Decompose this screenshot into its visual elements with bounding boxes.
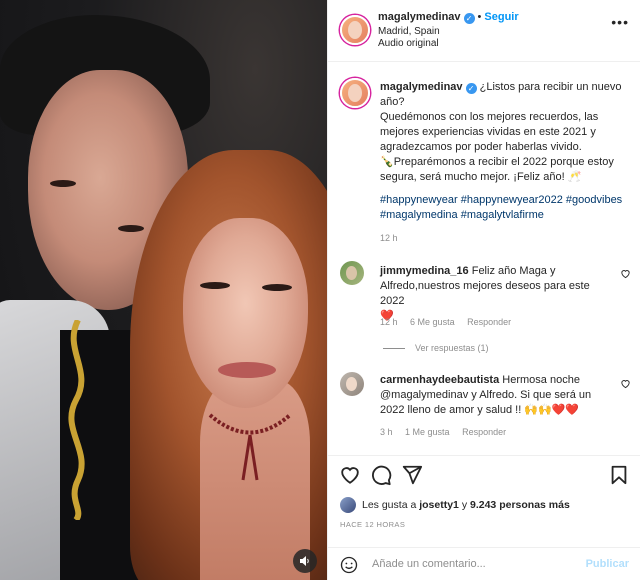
avatar[interactable] — [340, 261, 364, 285]
heart-icon[interactable] — [620, 268, 631, 279]
likes-middle: y — [461, 499, 468, 511]
view-replies-button[interactable]: Ver respuestas (1) — [383, 343, 489, 353]
verified-icon: ✓ — [463, 13, 475, 24]
caption-line-3: Preparémonos a recibir el 2022 porque es… — [380, 156, 614, 183]
more-icon[interactable]: ••• — [611, 14, 629, 30]
comment-likes[interactable]: 6 Me gusta — [410, 317, 455, 327]
location-link[interactable]: Madrid, Spain — [378, 26, 440, 37]
separator-dot: • — [477, 11, 482, 23]
comment-meta: 12 h 6 Me gusta Responder — [380, 317, 521, 327]
comments-section[interactable]: magalymedinav ✓ ¿Listos para recibir un n… — [328, 62, 640, 455]
caption-username[interactable]: magalymedinav — [380, 81, 463, 93]
party-emoji: 🍾 — [380, 156, 394, 168]
bookmark-icon[interactable] — [608, 464, 630, 486]
reply-button[interactable]: Responder — [462, 427, 506, 437]
photo-ribbon — [68, 320, 85, 520]
comment-meta: 3 h 1 Me gusta Responder — [380, 427, 516, 437]
post-header-info: magalymedinav ✓ • Seguir — [378, 11, 519, 24]
share-icon[interactable] — [401, 464, 423, 486]
comment-text: jimmymedina_16 Feliz año Maga y Alfredo,… — [380, 264, 616, 324]
comment-input[interactable]: Añade un comentario... — [372, 558, 486, 570]
caption-time: 12 h — [380, 233, 398, 243]
verified-icon: ✓ — [465, 83, 477, 94]
comment-text: carmenhaydeebautista Hermosa noche @maga… — [380, 373, 616, 418]
post-header: magalymedinav ✓ • Seguir Madrid, Spain Audi… — [328, 0, 640, 62]
avatar[interactable] — [340, 15, 370, 45]
avatar[interactable] — [340, 78, 370, 108]
photo-eye — [200, 282, 230, 289]
likes-count[interactable]: 9.243 personas más — [470, 499, 570, 511]
photo-eye — [262, 284, 292, 291]
post-media[interactable] — [0, 0, 327, 580]
add-comment-bar: Añade un comentario... Publicar — [328, 547, 640, 580]
speaker-icon — [300, 556, 309, 566]
caption-line-2: Quedémonos con los mejores recuerdos, la… — [380, 111, 599, 153]
photo-lips — [218, 362, 276, 378]
photo-eye — [50, 180, 76, 187]
reply-button[interactable]: Responder — [467, 317, 511, 327]
avatar[interactable] — [340, 372, 364, 396]
caption-hashtags-2[interactable]: #magalymedina #magalytvlafirme — [380, 209, 544, 221]
post-timestamp: HACE 12 HORAS — [340, 520, 406, 529]
comment-likes[interactable]: 1 Me gusta — [405, 427, 450, 437]
caption-text: magalymedinav ✓ ¿Listos para recibir un n… — [380, 80, 630, 223]
comment-time: 3 h — [380, 427, 393, 437]
follow-button[interactable]: Seguir — [484, 11, 518, 23]
audio-toggle-button[interactable] — [293, 549, 317, 573]
comment-time: 12 h — [380, 317, 398, 327]
comment-icon[interactable] — [370, 464, 392, 486]
post-panel: magalymedinav ✓ • Seguir Madrid, Spain Audi… — [327, 0, 640, 580]
comment-username[interactable]: jimmymedina_16 — [380, 265, 469, 277]
likes-prefix: Les gusta a — [362, 499, 417, 511]
comment-username[interactable]: carmenhaydeebautista — [380, 374, 499, 386]
photo-necklace — [208, 413, 292, 481]
likes-summary: Les gusta a josetty1 y 9.243 personas má… — [340, 497, 570, 513]
photo-woman-face — [183, 218, 308, 408]
avatar[interactable] — [340, 497, 356, 513]
publish-button[interactable]: Publicar — [586, 558, 629, 570]
likes-user[interactable]: josetty1 — [419, 499, 459, 511]
heart-icon[interactable] — [339, 464, 361, 486]
username[interactable]: magalymedinav — [378, 11, 461, 23]
action-bar — [328, 455, 640, 495]
emoji-icon[interactable] — [340, 556, 358, 574]
heart-icon[interactable] — [620, 378, 631, 389]
caption-hashtags-1[interactable]: #happynewyear #happynewyear2022 #goodvib… — [380, 194, 622, 206]
photo-eye — [118, 225, 144, 232]
audio-link[interactable]: Audio original — [378, 38, 439, 49]
